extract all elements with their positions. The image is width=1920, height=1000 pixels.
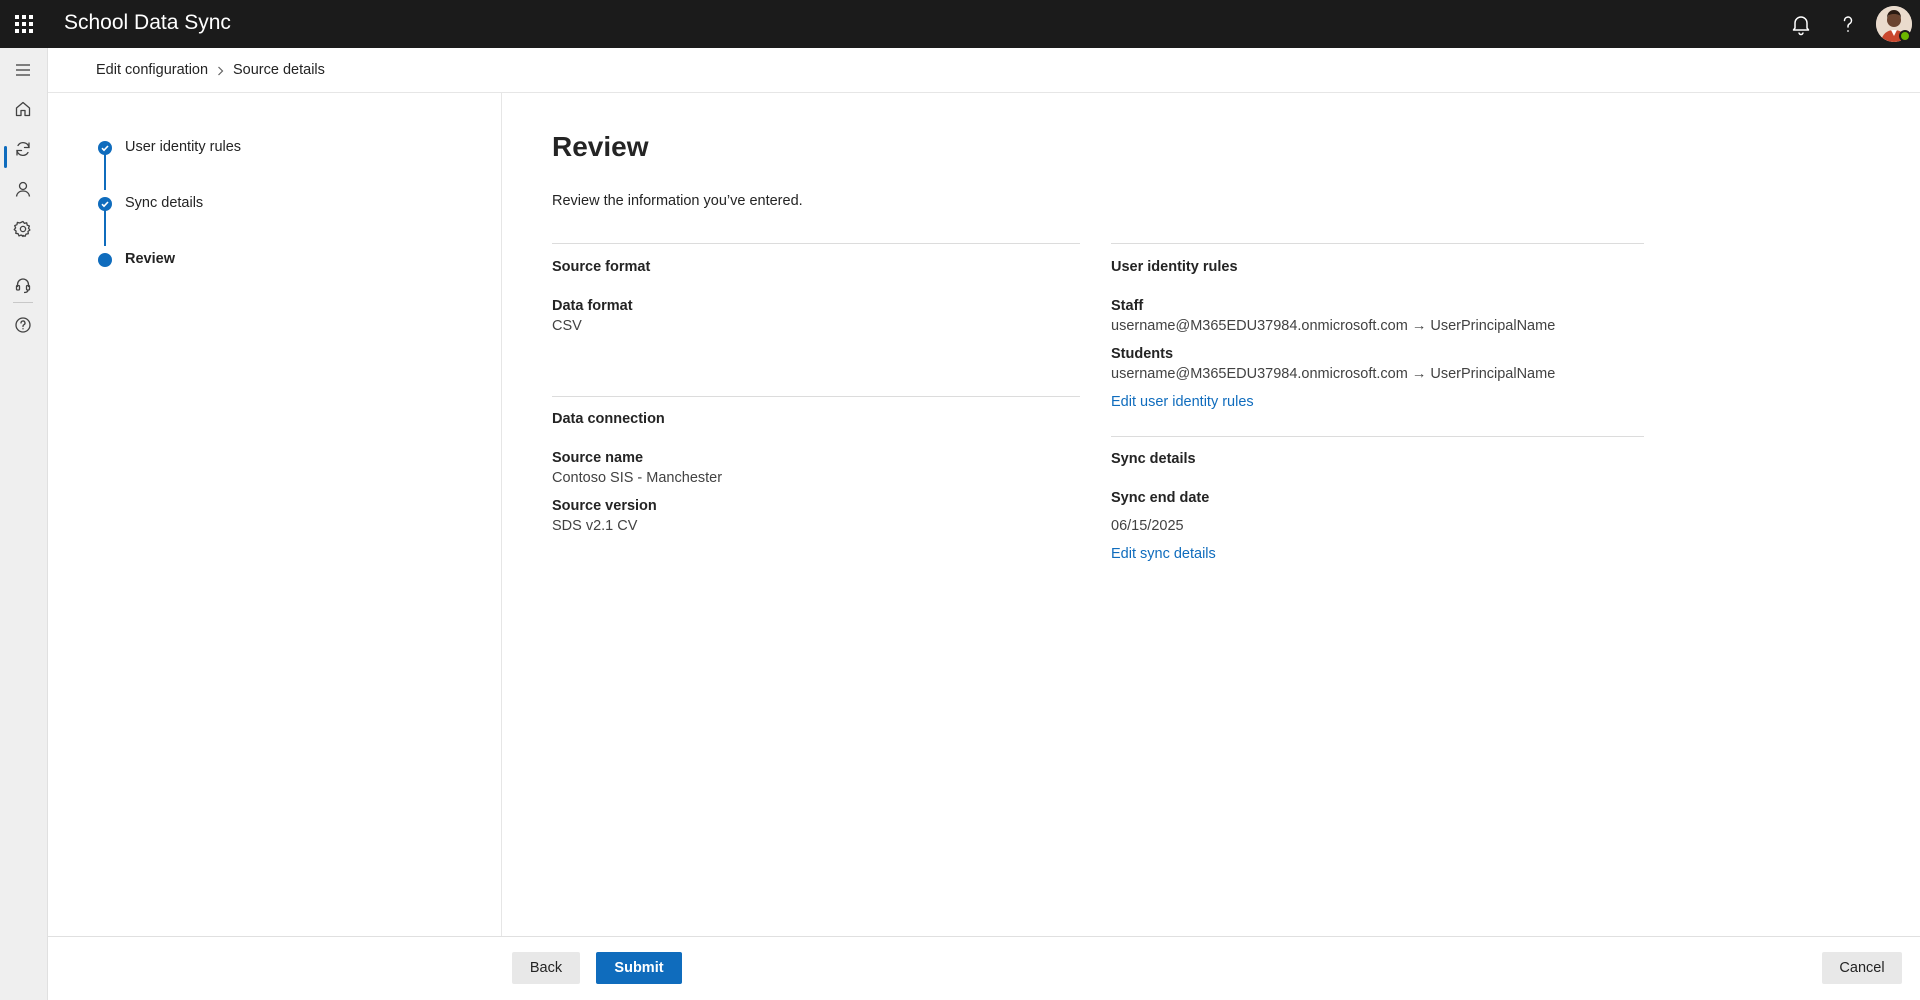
step-current-dot-icon — [98, 253, 112, 267]
breadcrumb-edit-configuration[interactable]: Edit configuration — [96, 48, 208, 93]
source-format-title: Source format — [552, 259, 651, 275]
source-name-value: Contoso SIS - Manchester — [552, 470, 723, 486]
page-description: Review the information you’ve entered. — [552, 193, 803, 209]
edit-user-identity-rules-link[interactable]: Edit user identity rules — [1111, 394, 1254, 410]
students-label: Students — [1111, 346, 1174, 362]
submit-button[interactable]: Submit — [596, 952, 682, 984]
data-format-value: CSV — [552, 318, 582, 334]
staff-label: Staff — [1111, 298, 1144, 314]
sync-details-title: Sync details — [1111, 451, 1196, 467]
top-bar: School Data Sync — [0, 0, 1920, 48]
footer-bar: Back Submit Cancel — [48, 936, 1920, 1000]
source-version-label: Source version — [552, 498, 657, 514]
presence-indicator — [1899, 30, 1911, 42]
person-icon[interactable] — [13, 179, 33, 199]
user-identity-rules-title: User identity rules — [1111, 259, 1238, 275]
breadcrumb-source-details[interactable]: Source details — [233, 48, 325, 93]
step-sync-details[interactable]: Sync details — [125, 193, 203, 213]
sync-icon[interactable] — [13, 139, 33, 159]
settings-icon[interactable] — [13, 219, 33, 239]
step-user-identity-rules[interactable]: User identity rules — [125, 137, 241, 157]
section-divider — [1111, 243, 1644, 244]
hamburger-icon[interactable] — [13, 60, 33, 80]
step-complete-check-icon — [98, 197, 112, 211]
data-connection-title: Data connection — [552, 411, 665, 427]
section-divider — [1111, 436, 1644, 437]
help-circle-icon[interactable] — [13, 315, 33, 335]
section-divider — [552, 396, 1080, 397]
section-divider — [552, 243, 1080, 244]
wizard-steps: User identity rules Sync details Review — [48, 93, 502, 936]
review-panel: Review Review the information you’ve ent… — [503, 93, 1920, 936]
step-review[interactable]: Review — [125, 249, 175, 269]
left-rail — [0, 48, 48, 1000]
students-value: username@M365EDU37984.onmicrosoft.com → … — [1111, 366, 1556, 382]
breadcrumb: Edit configuration Source details — [48, 48, 1920, 93]
rail-divider — [13, 302, 33, 303]
edit-sync-details-link[interactable]: Edit sync details — [1111, 546, 1216, 562]
data-format-label: Data format — [552, 298, 633, 314]
cancel-button[interactable]: Cancel — [1822, 952, 1902, 984]
bell-icon[interactable] — [1789, 12, 1813, 36]
back-button[interactable]: Back — [512, 952, 580, 984]
chevron-right-icon — [214, 64, 226, 76]
home-icon[interactable] — [13, 99, 33, 119]
rail-active-indicator — [4, 146, 7, 168]
app-title[interactable]: School Data Sync — [64, 0, 231, 46]
page-title: Review — [552, 131, 649, 162]
sync-end-date-value: 06/15/2025 — [1111, 518, 1184, 534]
source-version-value: SDS v2.1 CV — [552, 518, 638, 534]
help-icon[interactable] — [1836, 12, 1860, 36]
headset-icon[interactable] — [13, 275, 33, 295]
staff-value: username@M365EDU37984.onmicrosoft.com → … — [1111, 318, 1556, 334]
step-complete-check-icon — [98, 141, 112, 155]
source-name-label: Source name — [552, 450, 644, 466]
sync-end-date-label: Sync end date — [1111, 490, 1210, 506]
waffle-icon[interactable] — [12, 12, 36, 36]
